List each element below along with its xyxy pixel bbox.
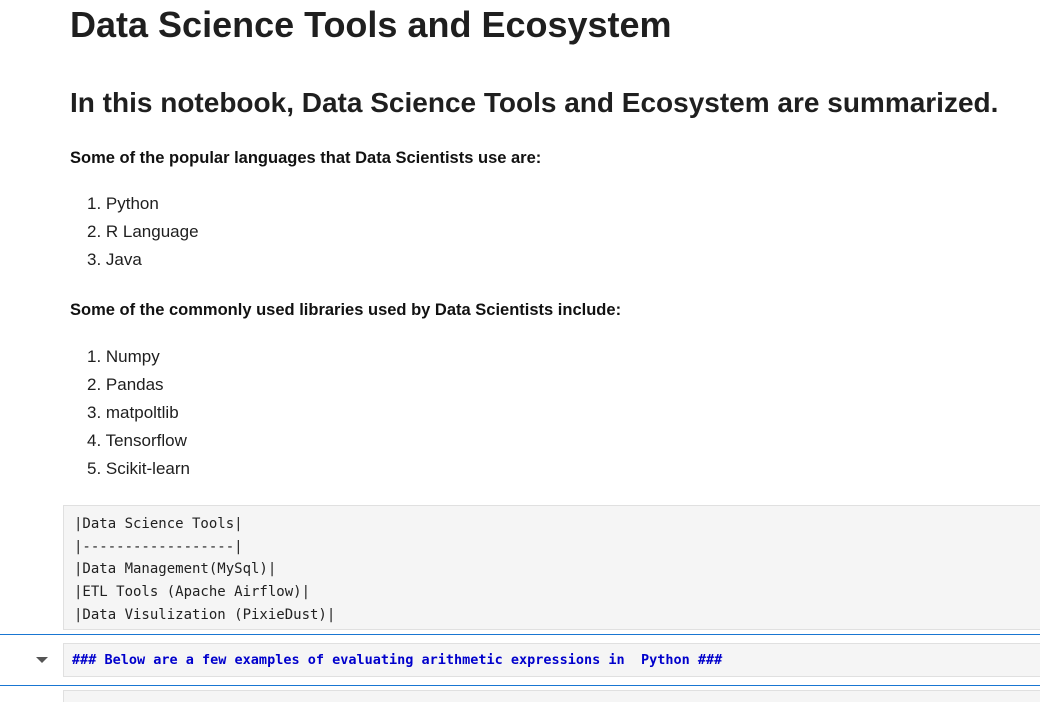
languages-heading: Some of the popular languages that Data … — [70, 149, 542, 167]
table-line: |ETL Tools (Apache Airflow)| — [74, 584, 311, 601]
list-item: 3. Java — [87, 250, 142, 269]
markdown-source: ### Below are a few examples of evaluati… — [72, 652, 723, 668]
tools-table-source: |Data Science Tools| |------------------… — [74, 513, 335, 627]
table-line: |Data Science Tools| — [74, 516, 243, 532]
active-markdown-editor[interactable]: ### Below are a few examples of evaluati… — [63, 643, 1040, 677]
table-line: |Data Visulization (PixieDust)| — [74, 606, 336, 623]
list-item: 3. matpoltlib — [87, 403, 179, 422]
notebook-subtitle: In this notebook, Data Science Tools and… — [70, 87, 999, 118]
list-item: 5. Scikit-learn — [87, 459, 190, 478]
active-cell-border-top — [0, 634, 1040, 635]
tools-table-cell[interactable]: |Data Science Tools| |------------------… — [63, 505, 1040, 630]
list-item: 2. Pandas — [87, 375, 164, 394]
table-line: |Data Management(MySql)| — [74, 561, 277, 578]
list-item: 1. Python — [87, 194, 159, 213]
libraries-heading: Some of the commonly used libraries used… — [70, 301, 622, 319]
list-item: 2. R Language — [87, 222, 199, 241]
list-item: 1. Numpy — [87, 347, 160, 366]
languages-list: 1. Python 2. R Language 3. Java — [70, 190, 199, 274]
libraries-list: 1. Numpy 2. Pandas 3. matpoltlib 4. Tens… — [70, 343, 190, 483]
next-cell[interactable] — [63, 690, 1040, 702]
chevron-down-icon[interactable] — [35, 655, 49, 665]
active-cell-border-bottom — [0, 685, 1040, 686]
table-line: |------------------| — [74, 538, 243, 555]
list-item: 4. Tensorflow — [87, 431, 187, 450]
notebook-title: Data Science Tools and Ecosystem — [70, 4, 672, 45]
